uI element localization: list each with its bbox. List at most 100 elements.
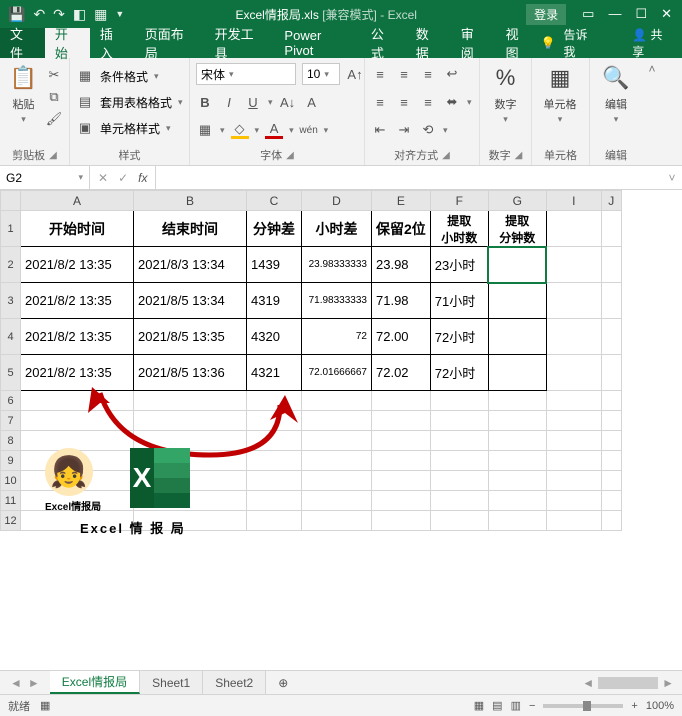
cell[interactable]: 4320 [247, 319, 302, 355]
zoom-out-icon[interactable]: − [529, 700, 535, 712]
row-header[interactable]: 11 [1, 491, 21, 511]
border-icon[interactable]: ▦ [196, 121, 214, 139]
row-header[interactable]: 4 [1, 319, 21, 355]
col-header[interactable]: A [21, 191, 134, 211]
format-painter-icon[interactable]: 🖌 [45, 110, 63, 128]
cell[interactable]: 23.98333333 [302, 247, 372, 283]
row-header[interactable]: 7 [1, 411, 21, 431]
cell[interactable] [488, 391, 546, 411]
cancel-icon[interactable]: ✕ [98, 171, 108, 185]
row-header[interactable]: 2 [1, 247, 21, 283]
col-header[interactable]: D [302, 191, 372, 211]
cell[interactable] [430, 471, 488, 491]
cell[interactable] [488, 451, 546, 471]
scroll-left-icon[interactable]: ◄ [582, 676, 594, 690]
row-header[interactable]: 3 [1, 283, 21, 319]
align-middle-icon[interactable]: ≡ [395, 65, 413, 83]
cell[interactable]: 结束时间 [134, 211, 247, 247]
cell[interactable]: 2021/8/5 13:34 [134, 283, 247, 319]
cell[interactable] [302, 411, 372, 431]
cell[interactable] [488, 283, 546, 319]
tab-home[interactable]: 开始 [45, 28, 90, 58]
cell[interactable] [546, 211, 601, 247]
cell[interactable] [372, 411, 431, 431]
cell[interactable] [488, 411, 546, 431]
cell[interactable] [302, 451, 372, 471]
minimize-icon[interactable]: — [608, 6, 621, 22]
cell[interactable]: 4321 [247, 355, 302, 391]
cell-style-button[interactable]: ▣单元格样式 ▾ [76, 116, 171, 140]
table-format-button[interactable]: ▤套用表格格式 ▾ [76, 90, 183, 114]
zoom-slider[interactable] [543, 704, 623, 708]
cell[interactable]: 2021/8/2 13:35 [21, 283, 134, 319]
row-header[interactable]: 8 [1, 431, 21, 451]
cell[interactable]: 71.98 [372, 283, 431, 319]
bold-icon[interactable]: B [196, 93, 214, 111]
row-header[interactable]: 5 [1, 355, 21, 391]
cell[interactable] [134, 491, 247, 511]
cell[interactable] [247, 391, 302, 411]
orientation-icon[interactable]: ⟲ [419, 121, 437, 139]
tab-pivot[interactable]: Power Pivot [274, 28, 360, 58]
cell[interactable] [546, 451, 601, 471]
cell[interactable] [302, 491, 372, 511]
dialog-launcher-icon[interactable]: ◢ [286, 150, 294, 161]
col-header[interactable]: F [430, 191, 488, 211]
font-size-select[interactable]: 10▾ [302, 63, 340, 85]
cell[interactable] [134, 471, 247, 491]
underline-icon[interactable]: U [244, 93, 262, 111]
cell[interactable]: 72小时 [430, 355, 488, 391]
save-icon[interactable]: 💾 [8, 6, 25, 23]
cell[interactable] [488, 355, 546, 391]
cell[interactable] [430, 451, 488, 471]
cell[interactable] [21, 491, 134, 511]
cell[interactable] [134, 431, 247, 451]
cell[interactable] [546, 355, 601, 391]
sheet-tab[interactable]: Sheet2 [203, 671, 266, 694]
align-bottom-icon[interactable]: ≡ [419, 65, 437, 83]
cell[interactable] [488, 431, 546, 451]
editing-button[interactable]: 🔍编辑▾ [596, 62, 636, 125]
cell[interactable] [134, 511, 247, 531]
select-all-corner[interactable] [1, 191, 21, 211]
cell[interactable] [601, 491, 621, 511]
cell[interactable]: 分钟差 [247, 211, 302, 247]
cell[interactable] [134, 391, 247, 411]
row-header[interactable]: 12 [1, 511, 21, 531]
cell[interactable] [601, 319, 621, 355]
undo-icon[interactable]: ↶ [33, 6, 45, 23]
tell-me-icon[interactable]: 💡 [541, 36, 556, 50]
cell[interactable] [601, 247, 621, 283]
cell[interactable] [546, 471, 601, 491]
enter-icon[interactable]: ✓ [118, 171, 128, 185]
col-header[interactable]: J [601, 191, 621, 211]
cell[interactable]: 71小时 [430, 283, 488, 319]
tab-review[interactable]: 审阅 [451, 28, 496, 58]
cell[interactable] [372, 451, 431, 471]
cell[interactable]: 72.02 [372, 355, 431, 391]
cell[interactable] [372, 511, 431, 531]
cell[interactable] [372, 471, 431, 491]
cell[interactable]: 提取 分钟数 [488, 211, 546, 247]
collapse-ribbon-icon[interactable]: ˄ [642, 58, 662, 165]
cell[interactable] [601, 451, 621, 471]
tell-me[interactable]: 告诉我 [564, 26, 598, 60]
cell[interactable] [247, 431, 302, 451]
cell[interactable] [247, 471, 302, 491]
view-pagelayout-icon[interactable]: ▤ [492, 699, 502, 712]
cell[interactable] [546, 391, 601, 411]
dialog-launcher-icon[interactable]: ◢ [49, 150, 57, 161]
redo-icon[interactable]: ↷ [53, 6, 65, 23]
cell[interactable] [21, 471, 134, 491]
maximize-icon[interactable]: ☐ [635, 6, 647, 22]
cell[interactable] [546, 247, 601, 283]
expand-formula-icon[interactable]: ˅ [662, 166, 682, 189]
cell[interactable] [601, 471, 621, 491]
tab-formula[interactable]: 公式 [361, 28, 406, 58]
copy-icon[interactable]: ⧉ [45, 88, 63, 106]
close-icon[interactable]: ✕ [661, 6, 672, 22]
ribbon-options-icon[interactable]: ▭ [582, 6, 594, 22]
cell[interactable] [601, 283, 621, 319]
cell[interactable] [488, 491, 546, 511]
cells-button[interactable]: ▦单元格▾ [538, 62, 582, 125]
